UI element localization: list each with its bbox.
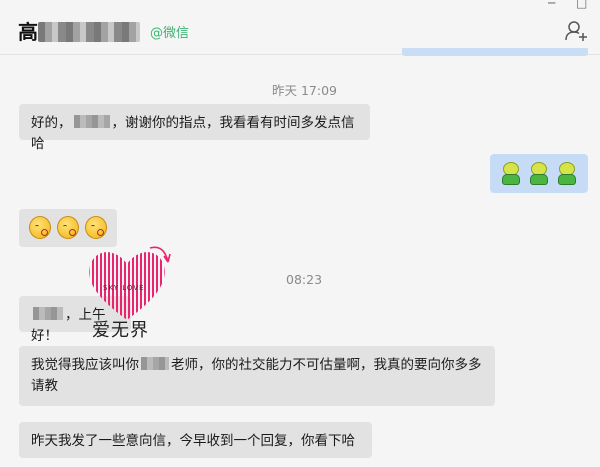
blurred-text xyxy=(73,115,110,128)
add-member-icon[interactable] xyxy=(564,19,588,43)
blurred-text xyxy=(33,307,63,320)
message-bubble-incoming[interactable]: 昨天我发了一些意向信，今早收到一个回复，你看下哈 xyxy=(19,422,372,458)
maximize-button[interactable]: □ xyxy=(576,0,587,10)
frog-emoji-icon xyxy=(500,162,522,185)
chat-header: 高 @微信 ─ □ xyxy=(0,0,600,55)
message-text: 昨天我发了一些意向信，今早收到一个回复，你看下哈 xyxy=(31,433,355,449)
message-text: 请教 xyxy=(31,378,58,394)
message-text: 好的， xyxy=(31,115,72,131)
previous-message-edge xyxy=(402,48,588,56)
message-text: 老师，你的社交能力不可估量啊，我真的要向你多多 xyxy=(171,357,482,373)
frog-emoji-icon xyxy=(528,162,550,185)
blurred-text xyxy=(141,357,169,370)
timestamp: 08:23 xyxy=(286,272,323,287)
kissing-face-icon xyxy=(57,216,79,239)
watermark-subtext: SKY LOVE xyxy=(103,284,145,292)
message-bubble-incoming[interactable]: 我觉得我应该叫你 老师，你的社交能力不可估量啊，我真的要向你多多 请教 xyxy=(19,346,495,406)
message-text: 我觉得我应该叫你 xyxy=(31,357,139,373)
message-bubble-incoming[interactable]: 好的， ，谢谢你的指点，我看看有时间多发点信哈 xyxy=(19,104,370,152)
message-bubble-incoming[interactable] xyxy=(19,209,117,247)
contact-name: 高 xyxy=(18,20,38,44)
emoji-row xyxy=(500,162,578,185)
message-bubble-outgoing[interactable] xyxy=(490,154,588,193)
kissing-face-icon xyxy=(85,216,107,239)
blurred-name xyxy=(38,22,140,42)
timestamp: 昨天 17:09 xyxy=(272,83,337,98)
contact-tag: @微信 xyxy=(150,26,190,41)
minimize-button[interactable]: ─ xyxy=(548,0,555,10)
watermark-text: 爱无界 xyxy=(92,320,149,341)
frog-emoji-icon xyxy=(556,162,578,185)
kissing-face-icon xyxy=(29,216,51,239)
emoji-row xyxy=(29,216,107,239)
